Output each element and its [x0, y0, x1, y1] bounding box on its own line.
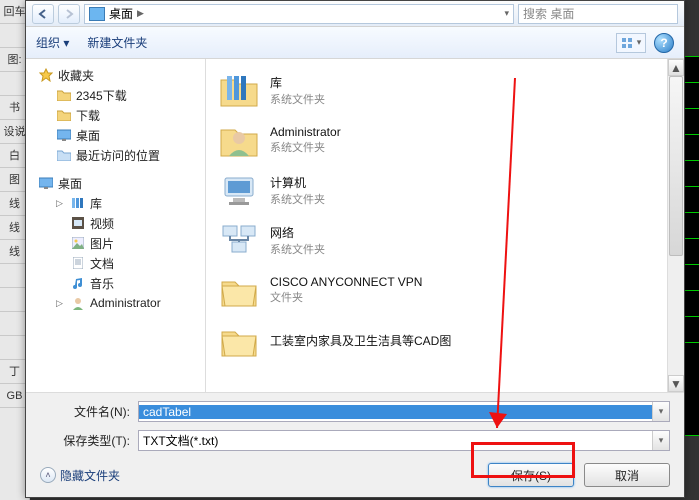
- address-bar-row: 桌面 ▶ ▾ 搜索 桌面: [26, 1, 684, 27]
- folder-icon: [56, 107, 72, 123]
- list-item[interactable]: CISCO ANYCONNECT VPN文件夹: [210, 265, 663, 315]
- nav-fav-desktop[interactable]: 桌面: [34, 125, 201, 145]
- nav-lib-picture[interactable]: 图片: [34, 233, 201, 253]
- hide-folders-button[interactable]: ˄ 隐藏文件夹: [40, 467, 120, 484]
- filetype-select[interactable]: TXT文档(*.txt) ▾: [138, 430, 670, 451]
- organize-button[interactable]: 组织 ▾: [36, 34, 69, 51]
- toolbar: 组织 ▾ 新建文件夹 ▾ ?: [26, 27, 684, 59]
- video-icon: [70, 215, 86, 231]
- filetype-label: 保存类型(T):: [40, 432, 130, 449]
- search-placeholder: 搜索 桌面: [523, 5, 574, 22]
- nav-lib-music[interactable]: 音乐: [34, 273, 201, 293]
- list-scrollbar[interactable]: ▲ ▼: [667, 59, 684, 392]
- save-dialog: 桌面 ▶ ▾ 搜索 桌面 组织 ▾ 新建文件夹 ▾ ? 收藏夹 2345下载: [25, 0, 685, 498]
- save-button[interactable]: 保存(S): [488, 463, 574, 487]
- list-item[interactable]: 工装室内家具及卫生洁具等CAD图: [210, 315, 663, 365]
- cancel-button[interactable]: 取消: [584, 463, 670, 487]
- filetype-value: TXT文档(*.txt): [139, 432, 652, 449]
- user-icon: [70, 295, 86, 311]
- scroll-track[interactable]: [668, 76, 684, 375]
- filename-dropdown-button[interactable]: ▾: [652, 402, 669, 421]
- help-button[interactable]: ?: [654, 33, 674, 53]
- nav-favorites[interactable]: 收藏夹: [34, 65, 201, 85]
- folder-icon: [56, 87, 72, 103]
- computer-icon: [218, 169, 260, 211]
- scroll-down-button[interactable]: ▼: [668, 375, 684, 392]
- expand-icon[interactable]: ▷: [56, 298, 66, 309]
- music-icon: [70, 275, 86, 291]
- desktop-icon: [38, 175, 54, 191]
- user-icon: [218, 119, 260, 161]
- nav-lib-doc[interactable]: 文档: [34, 253, 201, 273]
- nav-library[interactable]: ▷ 库: [34, 193, 201, 213]
- search-input[interactable]: 搜索 桌面: [518, 4, 678, 24]
- desktop-icon: [89, 7, 105, 21]
- list-item[interactable]: 库系统文件夹: [210, 65, 663, 115]
- folder-icon: [218, 319, 260, 361]
- nav-desktop[interactable]: 桌面: [34, 173, 201, 193]
- address-location: 桌面: [109, 5, 133, 22]
- list-item[interactable]: 网络系统文件夹: [210, 215, 663, 265]
- library-icon: [218, 69, 260, 111]
- network-icon: [218, 219, 260, 261]
- expand-icon[interactable]: ▷: [56, 198, 66, 209]
- filename-label: 文件名(N):: [40, 403, 130, 420]
- scroll-up-button[interactable]: ▲: [668, 59, 684, 76]
- filename-input[interactable]: cadTabel ▾: [138, 401, 670, 422]
- nav-fav-2345[interactable]: 2345下载: [34, 85, 201, 105]
- recent-icon: [56, 147, 72, 163]
- star-icon: [38, 67, 54, 83]
- file-list: 库系统文件夹 Administrator系统文件夹 计算机系统文件夹 网络系统文…: [206, 59, 667, 392]
- chevron-up-icon: ˄: [40, 467, 56, 483]
- chevron-right-icon: ▶: [137, 8, 144, 19]
- nav-lib-video[interactable]: 视频: [34, 213, 201, 233]
- chevron-down-icon[interactable]: ▾: [504, 8, 509, 19]
- navigation-pane: 收藏夹 2345下载 下载 桌面 最近访问的位置 桌面 ▷ 库 视频 图片: [26, 59, 206, 392]
- address-bar[interactable]: 桌面 ▶ ▾: [84, 4, 514, 24]
- scroll-thumb[interactable]: [669, 76, 683, 256]
- nav-fav-recent[interactable]: 最近访问的位置: [34, 145, 201, 165]
- desktop-icon: [56, 127, 72, 143]
- view-options-button[interactable]: ▾: [616, 33, 646, 53]
- nav-admin[interactable]: ▷ Administrator: [34, 293, 201, 313]
- list-item[interactable]: 计算机系统文件夹: [210, 165, 663, 215]
- nav-fav-download[interactable]: 下载: [34, 105, 201, 125]
- filename-value: cadTabel: [139, 405, 652, 419]
- filetype-dropdown-button[interactable]: ▾: [652, 431, 669, 450]
- picture-icon: [70, 235, 86, 251]
- document-icon: [70, 255, 86, 271]
- library-icon: [70, 195, 86, 211]
- folder-icon: [218, 269, 260, 311]
- new-folder-button[interactable]: 新建文件夹: [87, 34, 147, 51]
- bottom-panel: 文件名(N): cadTabel ▾ 保存类型(T): TXT文档(*.txt)…: [26, 392, 684, 497]
- list-item[interactable]: Administrator系统文件夹: [210, 115, 663, 165]
- nav-back-button[interactable]: [32, 4, 54, 24]
- nav-forward-button[interactable]: [58, 4, 80, 24]
